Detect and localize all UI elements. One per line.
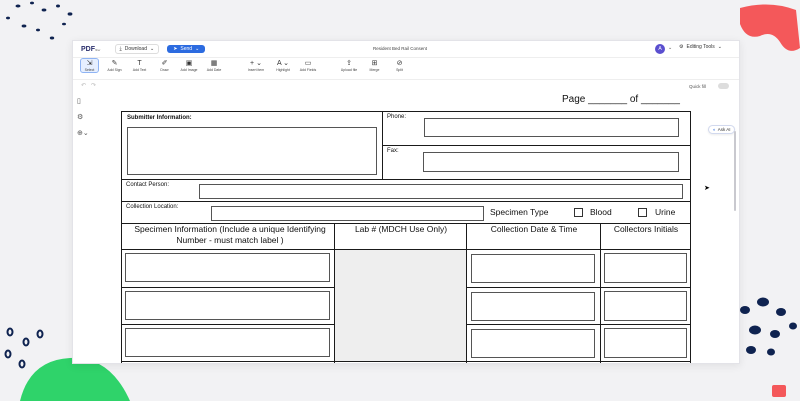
toolbar-add-fields[interactable]: ▭ Add Fields: [298, 59, 318, 72]
toolbar-add-date[interactable]: ▦ Add Date: [204, 59, 224, 72]
collector-initials-field[interactable]: [604, 291, 687, 321]
collection-date-field[interactable]: [471, 292, 595, 321]
chevron-down-icon: ⌄: [149, 46, 155, 52]
ask-ai-button[interactable]: ◐ Ask AI: [708, 125, 736, 134]
toolbar-highlight[interactable]: A ⌄ Highlight: [272, 59, 294, 72]
sub-toolbar: ↶ ↷ Quick fill: [73, 80, 739, 90]
top-bar: PDFfiller ⤓ Download ⌄ ➤ Send ⌄ Resident Bed…: [73, 41, 739, 58]
toolbar-split[interactable]: ⊘ Split: [391, 59, 408, 72]
zoom-icon[interactable]: ⊕⌄: [77, 129, 89, 137]
ai-icon: ◐: [713, 127, 716, 132]
specimen-info-field[interactable]: [125, 253, 330, 282]
tools-icon: ⚙: [679, 44, 684, 50]
vertical-scrollbar[interactable]: [734, 131, 736, 211]
avatar[interactable]: A: [655, 44, 665, 54]
mouse-cursor-icon: ➤: [704, 185, 710, 192]
collector-initials-field[interactable]: [604, 328, 687, 358]
toolbar-upload-file[interactable]: ⇪ Upload file: [339, 59, 359, 72]
navy-spots-right-decoration: [740, 297, 797, 356]
collectors-initials-header: Collectors Initials: [613, 224, 679, 234]
red-brush-decoration: [740, 4, 800, 51]
toolbar-insert-item[interactable]: + ⌄ Insert item: [245, 59, 267, 72]
collection-location-label: Collection Location:: [126, 204, 179, 210]
calendar-icon: ▦: [210, 60, 218, 67]
upload-icon: ⇪: [346, 60, 352, 67]
specimen-submission-form: Page _______ of _______ Submitter Inform…: [90, 91, 722, 363]
form-divider: [121, 201, 691, 202]
chevron-down-icon: ⌄: [195, 46, 200, 52]
download-icon: ⤓: [119, 46, 122, 52]
split-icon: ⊘: [396, 60, 403, 67]
highlight-icon: A ⌄: [276, 60, 290, 67]
fields-icon: ▭: [304, 60, 312, 67]
toolbar-add-text[interactable]: T Add Text: [131, 59, 148, 72]
sign-icon: ✎: [111, 60, 118, 67]
fax-label: Fax:: [387, 148, 399, 154]
toolbar: ⇲ Select ✎ Add Sign T Add Text ✐ Draw ▣ Add I…: [73, 57, 739, 80]
phone-label: Phone:: [387, 114, 407, 120]
toolbar-merge[interactable]: ⊞ Merge: [366, 59, 383, 72]
specimen-info-field[interactable]: [125, 291, 330, 320]
undo-icon[interactable]: ↶: [81, 82, 86, 89]
collector-initials-field[interactable]: [604, 253, 687, 283]
pdf-page-canvas: Page _______ of _______ Submitter Inform…: [90, 91, 722, 363]
draw-icon: ✐: [161, 60, 168, 67]
chevron-down-icon[interactable]: ⌄: [668, 45, 672, 51]
pdf-editor-window: PDFfiller ⤓ Download ⌄ ➤ Send ⌄ Resident Bed…: [72, 40, 740, 364]
document-title[interactable]: Resident Bed Rail Consent: [373, 46, 427, 51]
contact-person-label: Contact Person:: [126, 182, 170, 188]
quick-fill-toggle[interactable]: [718, 83, 729, 89]
form-divider: [121, 179, 691, 180]
blood-label: Blood: [590, 207, 612, 217]
submitter-label: Submitter Information:: [127, 115, 192, 121]
quick-fill-label: Quick fill: [689, 84, 707, 89]
editing-tools-menu[interactable]: ⚙ Editing Tools ⌄: [679, 44, 722, 50]
collection-location-field[interactable]: [211, 206, 484, 221]
page-number-line: Page _______ of _______: [562, 94, 680, 105]
toolbar-draw[interactable]: ✐ Draw: [156, 59, 173, 72]
toolbar-select[interactable]: ⇲ Select: [80, 58, 99, 73]
specimen-type-label: Specimen Type: [490, 207, 549, 217]
submitter-field[interactable]: [127, 127, 377, 175]
pages-icon[interactable]: ▯: [77, 97, 81, 105]
collection-date-time-header: Collection Date & Time: [490, 224, 578, 234]
lab-use-only-column: [335, 250, 466, 361]
form-right-border: [690, 111, 691, 363]
plus-icon: + ⌄: [250, 60, 262, 67]
toolbar-add-image[interactable]: ▣ Add Image: [179, 59, 199, 72]
app-logo: PDFfiller: [81, 45, 101, 53]
form-divider: [600, 223, 601, 363]
collection-date-field[interactable]: [471, 329, 595, 358]
collection-date-field[interactable]: [471, 254, 595, 283]
toolbar-add-sign[interactable]: ✎ Add Sign: [106, 59, 123, 72]
form-divider: [382, 145, 690, 146]
specimen-info-header: Specimen Information (Include a unique I…: [134, 224, 326, 245]
form-divider: [466, 223, 467, 363]
merge-icon: ⊞: [371, 60, 378, 67]
form-divider: [121, 361, 691, 362]
redo-icon[interactable]: ↷: [91, 82, 96, 89]
send-button[interactable]: ➤ Send ⌄: [167, 45, 206, 53]
brand-logo-badge: [772, 385, 786, 397]
blood-checkbox[interactable]: [574, 208, 583, 217]
select-icon: ⇲: [86, 60, 93, 67]
urine-label: Urine: [655, 207, 676, 217]
text-icon: T: [137, 60, 142, 67]
navy-dots-top-left-decoration: [6, 1, 73, 40]
settings-icon[interactable]: ⚙: [77, 113, 83, 121]
form-top-border: [121, 111, 691, 112]
image-icon: ▣: [185, 60, 193, 67]
contact-person-field[interactable]: [199, 184, 683, 199]
send-icon: ➤: [173, 46, 178, 52]
left-sidebar: ▯ ⚙ ⊕⌄: [73, 93, 90, 363]
form-left-border: [121, 111, 122, 363]
urine-checkbox[interactable]: [638, 208, 647, 217]
chevron-down-icon: ⌄: [717, 44, 722, 50]
lab-number-header: Lab # (MDCH Use Only): [354, 224, 448, 234]
fax-field[interactable]: [423, 152, 679, 172]
specimen-info-field[interactable]: [125, 328, 330, 357]
navy-dots-bottom-left-decoration: [4, 327, 44, 369]
phone-field[interactable]: [424, 118, 679, 137]
download-button[interactable]: ⤓ Download ⌄: [114, 44, 160, 54]
